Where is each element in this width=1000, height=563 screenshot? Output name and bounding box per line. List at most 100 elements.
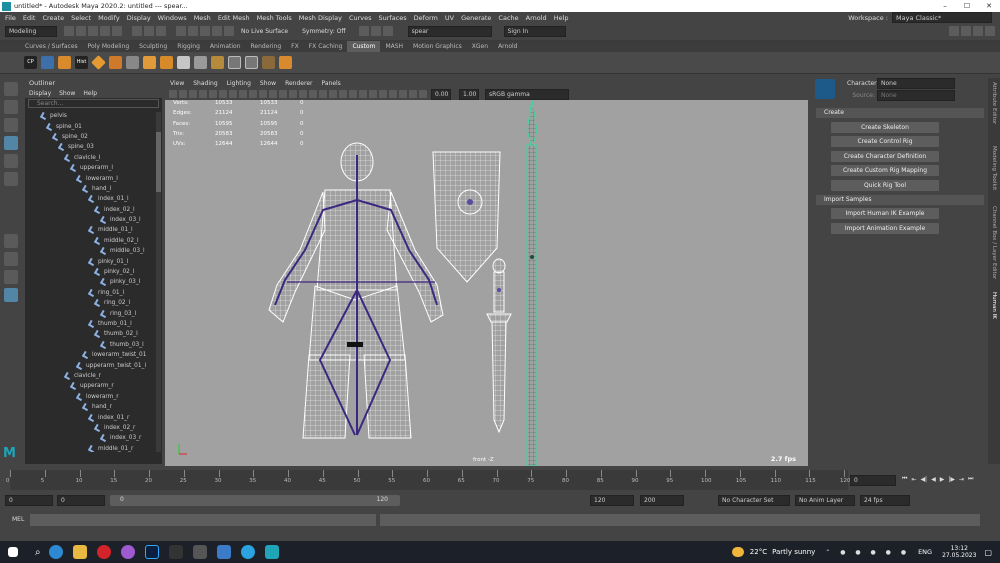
snap-view-icon[interactable]	[212, 25, 222, 36]
snap-surface-icon[interactable]	[224, 25, 234, 36]
shelf-cube-blue-icon[interactable]	[41, 56, 54, 69]
menu-arnold[interactable]: Arnold	[526, 14, 547, 22]
epic-games-icon[interactable]	[168, 545, 183, 559]
shelf-tab-animation[interactable]: Animation	[205, 41, 246, 52]
outliner-menu-show[interactable]: Show	[59, 90, 75, 97]
menu-edit[interactable]: Edit	[23, 14, 36, 22]
viewport-tool-icon[interactable]	[379, 89, 387, 98]
near-clip-field[interactable]: 0.00	[431, 89, 451, 100]
menu-edit-mesh[interactable]: Edit Mesh	[218, 14, 250, 22]
viewport-tool-icon[interactable]	[209, 89, 217, 98]
shelf-sculpt-icon[interactable]	[279, 56, 292, 69]
menu-select[interactable]: Select	[71, 14, 91, 22]
menu-uv[interactable]: UV	[445, 14, 454, 22]
spear-mesh[interactable]	[526, 100, 538, 466]
viewport-tool-icon[interactable]	[279, 89, 287, 98]
playback-end-field[interactable]: 120	[590, 495, 634, 506]
outliner-item[interactable]: spine_01	[25, 121, 162, 131]
outliner-item[interactable]: pinky_01_l	[25, 256, 162, 266]
notifications-icon[interactable]: ▢	[984, 548, 992, 557]
step-forward-icon[interactable]: |▶	[948, 476, 955, 483]
lasso-tool-icon[interactable]	[4, 100, 18, 114]
new-scene-icon[interactable]	[64, 25, 74, 36]
hist-shelf-button[interactable]: Hist	[75, 56, 88, 69]
undo-icon[interactable]	[100, 25, 110, 36]
vp-menu-shading[interactable]: Shading	[193, 78, 217, 89]
outliner-item[interactable]: ring_02_l	[25, 298, 162, 308]
layout-outliner-icon[interactable]	[4, 288, 18, 302]
workspace-dropdown[interactable]: Maya Classic*	[892, 12, 992, 23]
shelf-tab-fx[interactable]: FX	[286, 41, 304, 52]
telegram-icon[interactable]	[240, 545, 255, 559]
time-ruler[interactable]: 0 5 10 15 20 25 30 35 40 45 50 55 60 65 70 75 80 85 90 95 10…	[6, 470, 851, 490]
source-dropdown[interactable]: None	[877, 89, 955, 101]
viewport-tool-icon[interactable]	[409, 89, 417, 98]
sign-in-button[interactable]: Sign In	[503, 26, 566, 37]
outliner-item[interactable]: pinky_02_l	[25, 267, 162, 277]
viewport-tool-icon[interactable]	[219, 89, 227, 98]
go-to-start-icon[interactable]: ⏮	[902, 475, 907, 483]
outliner-item[interactable]: index_02_r	[25, 423, 162, 433]
shelf-tab-sculpting[interactable]: Sculpting	[134, 41, 172, 52]
menu-cache[interactable]: Cache	[498, 14, 518, 22]
viewport-tool-icon[interactable]	[349, 89, 357, 98]
viewport-tool-icon[interactable]	[199, 89, 207, 98]
step-back-icon[interactable]: ◀|	[920, 476, 927, 483]
outliner-item[interactable]: lowerarm_r	[25, 392, 162, 402]
maximize-button[interactable]: ☐	[956, 2, 978, 10]
opera-icon[interactable]	[96, 545, 111, 559]
viewport-tool-icon[interactable]	[389, 89, 397, 98]
outliner-item[interactable]: spine_02	[25, 132, 162, 142]
mel-input[interactable]	[30, 514, 376, 526]
panel-attr-icon[interactable]	[961, 25, 971, 36]
outliner-search-input[interactable]: Search...	[28, 99, 159, 108]
search-icon[interactable]: ⌕	[35, 547, 41, 558]
outliner-item[interactable]: lowerarm_twist_01	[25, 350, 162, 360]
mode-dropdown[interactable]: Modeling	[5, 26, 57, 37]
create-section-header[interactable]: Create	[816, 108, 984, 118]
outliner-item[interactable]: index_03_r	[25, 433, 162, 443]
menu-mesh-display[interactable]: Mesh Display	[299, 14, 342, 22]
far-clip-field[interactable]: 1.00	[459, 89, 479, 100]
shelf-combine-icon[interactable]	[160, 56, 173, 69]
side-tab-human-ik[interactable]: Human IK	[991, 292, 997, 322]
outliner-item[interactable]: upperarm_twist_01_l	[25, 360, 162, 370]
vp-menu-view[interactable]: View	[170, 78, 184, 89]
menu-file[interactable]: File	[5, 14, 16, 22]
paint-select-tool-icon[interactable]	[4, 118, 18, 132]
shelf-tab-poly-modeling[interactable]: Poly Modeling	[83, 41, 135, 52]
side-tab-attribute-editor[interactable]: Attribute Editor	[991, 82, 997, 140]
menu-generate[interactable]: Generate	[461, 14, 491, 22]
menu-deform[interactable]: Deform	[414, 14, 438, 22]
outliner-menu-display[interactable]: Display	[29, 90, 51, 97]
outliner-item[interactable]: index_01_r	[25, 412, 162, 422]
vp-menu-renderer[interactable]: Renderer	[285, 78, 312, 89]
weather-temp[interactable]: 22°C	[750, 548, 767, 556]
anim-layer-dropdown[interactable]: No Anim Layer	[795, 495, 855, 506]
shelf-tab-rendering[interactable]: Rendering	[246, 41, 287, 52]
language-indicator[interactable]: ENG	[918, 548, 932, 556]
shelf-merge-icon[interactable]	[194, 56, 207, 69]
sword-mesh[interactable]	[486, 258, 512, 434]
viewport-tool-icon[interactable]	[189, 89, 197, 98]
viewport-tool-icon[interactable]	[299, 89, 307, 98]
scale-tool-icon[interactable]	[4, 172, 18, 186]
menu-curves[interactable]: Curves	[349, 14, 372, 22]
vp-menu-panels[interactable]: Panels	[321, 78, 340, 89]
step-forward-key-icon[interactable]: ⇥	[959, 476, 964, 483]
edge-icon[interactable]	[48, 545, 63, 559]
render-settings-icon[interactable]	[382, 25, 393, 36]
weather-desc[interactable]: Partly sunny	[772, 548, 815, 556]
ipr-render-icon[interactable]	[370, 25, 381, 36]
snap-point-icon[interactable]	[200, 25, 210, 36]
cp-shelf-button[interactable]: CP	[24, 56, 37, 69]
fps-dropdown[interactable]: 24 fps	[860, 495, 910, 506]
step-back-key-icon[interactable]: ⇤	[911, 476, 916, 483]
panel-channel-icon[interactable]	[985, 25, 995, 36]
menu-mesh[interactable]: Mesh	[194, 14, 211, 22]
messenger-icon[interactable]	[120, 545, 135, 559]
character-dropdown[interactable]: None	[877, 77, 955, 89]
command-search-input[interactable]: spear	[407, 26, 492, 37]
animation-end-field[interactable]: 200	[640, 495, 684, 506]
layout-single-icon[interactable]	[4, 234, 18, 248]
